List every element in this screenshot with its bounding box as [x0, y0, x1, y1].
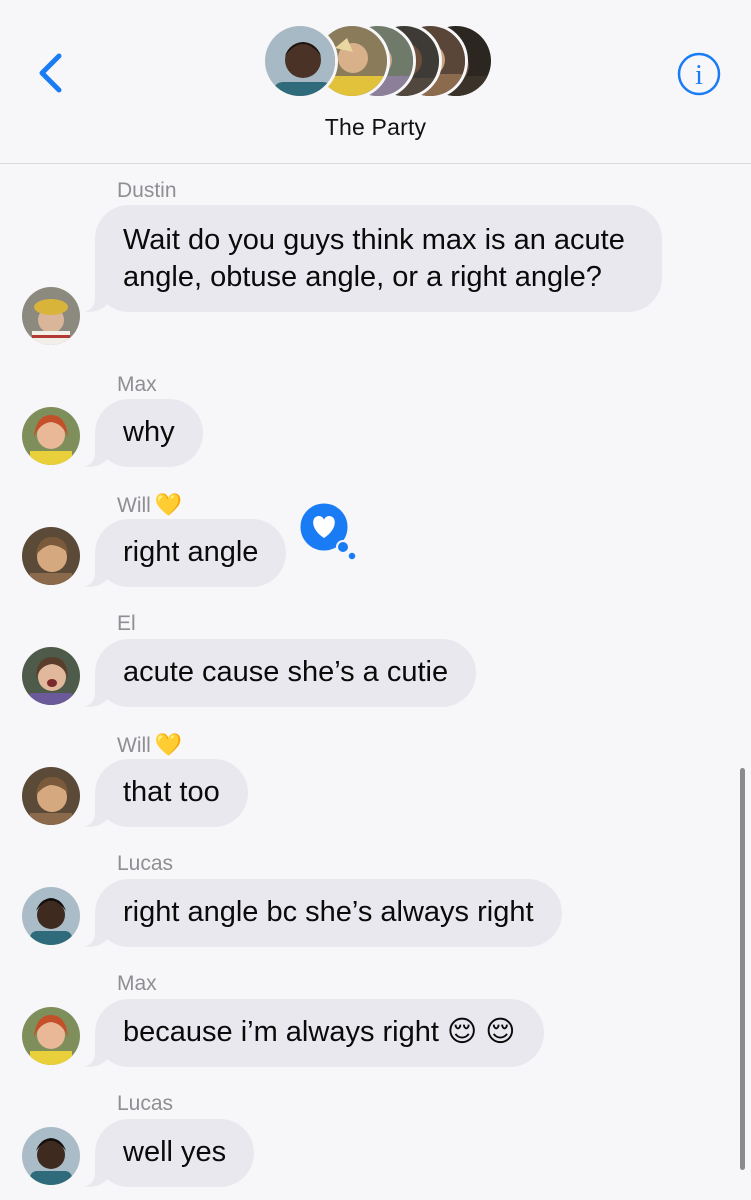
message-bubble[interactable]: right angle	[72, 519, 287, 588]
avatar[interactable]	[22, 527, 80, 585]
avatar	[262, 23, 338, 99]
scrollbar[interactable]	[740, 768, 745, 1170]
message-bubble[interactable]: acute cause she’s a cutie	[72, 639, 477, 708]
sender-name: Dustin	[117, 179, 177, 202]
message-bubble[interactable]: well yes	[72, 1119, 255, 1188]
message-text: that too	[123, 776, 220, 808]
message-list[interactable]: Dustin Wait do you guys think max is an …	[0, 166, 751, 1200]
yellow-heart-emoji: 💛	[154, 492, 183, 517]
avatar[interactable]	[22, 407, 80, 465]
message-bubble[interactable]: that too	[73, 759, 248, 828]
message-bubble[interactable]: why	[73, 399, 203, 468]
message-text: Wait do you guys think max is an acute a…	[123, 224, 625, 293]
sender-name: Lucas	[117, 852, 174, 875]
message-text: well yes	[123, 1136, 227, 1168]
group-avatar-stack[interactable]	[262, 23, 494, 99]
avatar[interactable]	[22, 887, 80, 945]
message-bubble[interactable]: Wait do you guys think max is an acute a…	[73, 205, 662, 313]
message-text: why	[123, 416, 175, 448]
message-bubble[interactable]: because i’m always right 😌 😌	[73, 999, 544, 1068]
info-button[interactable]: i	[676, 51, 722, 97]
avatar[interactable]	[22, 287, 80, 345]
sender-name: Max	[117, 373, 157, 396]
message-text: right angle	[123, 536, 259, 568]
sender-name: Lucas	[117, 1092, 174, 1115]
info-circle-icon: i	[677, 52, 721, 96]
sender-name: Will 💛	[117, 732, 183, 757]
sender-name: Will 💛	[117, 492, 183, 517]
avatar[interactable]	[22, 647, 80, 705]
messages-screen: The Party i Dustin Wait do you guys thin…	[0, 0, 751, 1200]
avatar[interactable]	[22, 1127, 80, 1185]
yellow-heart-emoji: 💛	[154, 732, 183, 757]
avatar[interactable]	[22, 767, 80, 825]
avatar[interactable]	[22, 1007, 80, 1065]
chevron-left-icon	[39, 53, 62, 93]
message-text: right angle bc she’s always right	[123, 896, 534, 928]
message-bubble[interactable]: right angle bc she’s always right	[73, 879, 562, 948]
message-text: because i’m always right 😌 😌	[123, 1016, 516, 1048]
sender-name: El	[117, 612, 136, 635]
tapback-reaction[interactable]	[296, 500, 358, 562]
message-text: acute cause she’s a cutie	[123, 656, 449, 688]
back-button[interactable]	[30, 48, 74, 98]
svg-text:i: i	[695, 60, 703, 91]
conversation-header: The Party i	[0, 0, 751, 164]
sender-name: Max	[117, 972, 157, 995]
heart-icon	[297, 500, 357, 561]
group-title[interactable]: The Party	[0, 114, 751, 141]
